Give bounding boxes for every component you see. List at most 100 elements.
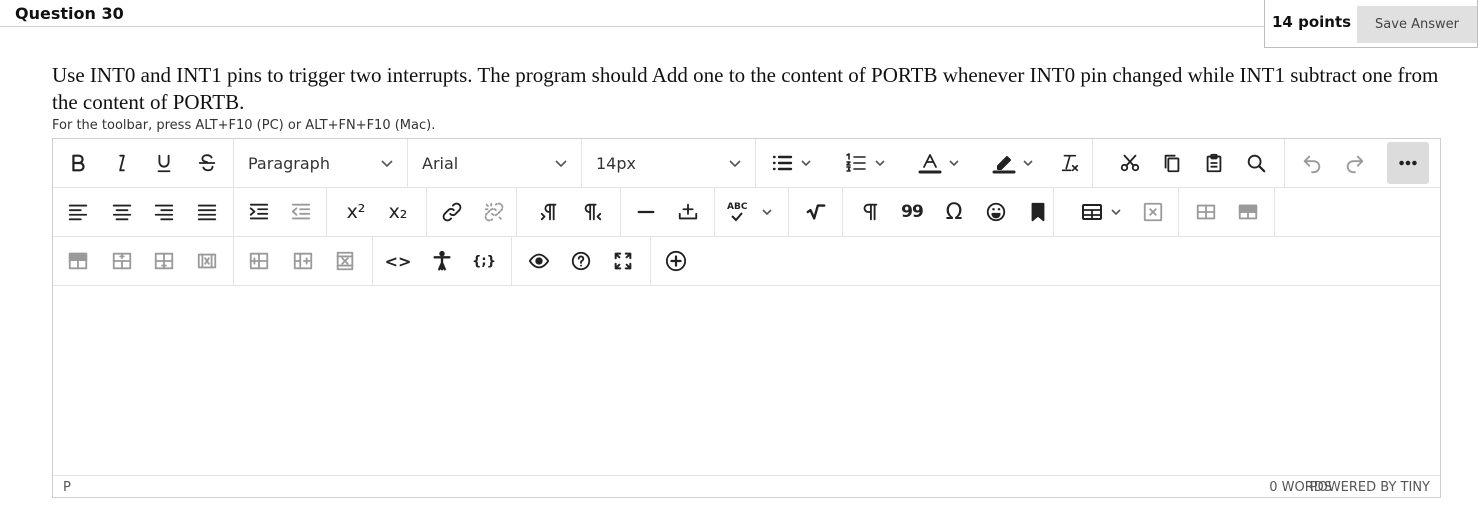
insert-row-after-button[interactable]	[105, 243, 139, 279]
strikethrough-button[interactable]	[190, 145, 224, 181]
element-path[interactable]: P	[63, 480, 71, 495]
toolbar-row-1: Paragraph Arial 14px	[53, 139, 1440, 188]
view-group	[512, 237, 651, 285]
bullet-list-dropdown[interactable]	[770, 145, 812, 181]
bookmark-button[interactable]	[1021, 194, 1055, 230]
ltr-button[interactable]	[533, 194, 567, 230]
chevron-down-icon	[554, 155, 568, 169]
remove-link-button[interactable]	[477, 194, 511, 230]
subscript-button[interactable]: x₂	[381, 194, 415, 230]
insert-link-button[interactable]	[435, 194, 469, 230]
cut-button[interactable]	[1113, 145, 1147, 181]
undo-icon	[1303, 155, 1321, 174]
show-blocks-button[interactable]	[853, 194, 887, 230]
preview-button[interactable]	[522, 243, 556, 279]
spellcheck-dropdown[interactable]: ABC	[727, 194, 773, 230]
align-center-icon	[112, 204, 132, 221]
emoji-button[interactable]	[979, 194, 1013, 230]
indent-icon	[249, 203, 269, 220]
special-character-button[interactable]: Ω	[937, 194, 971, 230]
font-size-select[interactable]: 14px	[582, 139, 756, 187]
justify-button[interactable]	[190, 194, 224, 230]
find-replace-button[interactable]	[1239, 145, 1273, 181]
direction-group	[517, 188, 621, 236]
delete-column-button[interactable]	[328, 243, 362, 279]
font-family-value: Arial	[422, 154, 459, 173]
help-button[interactable]	[564, 243, 598, 279]
delete-table-button[interactable]	[1136, 194, 1170, 230]
fullscreen-button[interactable]	[606, 243, 640, 279]
bold-button[interactable]	[61, 145, 95, 181]
insert-column-before-button[interactable]	[242, 243, 276, 279]
chevron-down-icon	[1023, 160, 1033, 167]
left-to-right-icon	[540, 203, 557, 221]
superscript-button[interactable]: x²	[339, 194, 373, 230]
pilcrow-icon	[863, 203, 878, 221]
highlight-color-dropdown[interactable]	[992, 145, 1034, 181]
horizontal-rule-button[interactable]	[629, 194, 663, 230]
undo-button[interactable]	[1295, 145, 1329, 181]
italic-button[interactable]	[105, 145, 139, 181]
indent-button[interactable]	[242, 194, 276, 230]
scissors-icon	[1120, 154, 1140, 172]
smiley-icon	[986, 202, 1006, 222]
copy-button[interactable]	[1155, 145, 1189, 181]
clipboard-icon	[1206, 153, 1222, 173]
insert-row-before-button[interactable]	[61, 243, 95, 279]
table-cell-properties-button[interactable]	[1189, 194, 1223, 230]
points-box: 14 points Save Answer	[1264, 0, 1478, 48]
align-left-icon	[68, 204, 88, 221]
font-family-select[interactable]: Arial	[408, 139, 582, 187]
link-group	[427, 188, 517, 236]
nonbreaking-space-button[interactable]	[671, 194, 705, 230]
omega-icon: Ω	[945, 199, 963, 225]
table-dropdown[interactable]	[1080, 194, 1122, 230]
insert-placeholder-button[interactable]: {;}	[467, 243, 501, 279]
insert-column-after-button[interactable]	[286, 243, 320, 279]
insert-column-button[interactable]	[147, 243, 181, 279]
quote-icon: 99	[901, 202, 924, 222]
underline-icon	[157, 154, 171, 173]
align-right-button[interactable]	[147, 194, 181, 230]
ellipsis-icon	[1399, 160, 1417, 166]
search-icon	[1247, 154, 1266, 173]
blockquote-button[interactable]: 99	[895, 194, 929, 230]
question-title: Question 30	[15, 4, 124, 23]
table-row-properties-button[interactable]	[1231, 194, 1265, 230]
bookmark-icon	[1031, 202, 1045, 222]
clipboard-group	[1093, 139, 1285, 187]
clear-formatting-button[interactable]	[1052, 145, 1086, 181]
question-header: Question 30 14 points Save Answer	[0, 0, 1483, 48]
align-left-button[interactable]	[61, 194, 95, 230]
save-answer-button[interactable]: Save Answer	[1357, 6, 1477, 43]
bold-icon	[72, 154, 85, 172]
delete-row-icon	[197, 253, 217, 269]
powered-by-link[interactable]: POWERED BY TINY	[1310, 480, 1430, 495]
more-toolbar-button[interactable]	[1387, 142, 1429, 184]
equation-button[interactable]	[799, 194, 833, 230]
paste-button[interactable]	[1197, 145, 1231, 181]
spellcheck-icon: ABC	[727, 202, 747, 222]
align-center-button[interactable]	[105, 194, 139, 230]
underline-button[interactable]	[147, 145, 181, 181]
insert-content-button[interactable]	[659, 243, 693, 279]
insert-column-after-icon	[293, 252, 313, 270]
source-code-button[interactable]: <>	[381, 243, 415, 279]
italic-icon	[119, 154, 125, 172]
table-cell-icon	[1196, 204, 1216, 220]
table-col-ops-group	[234, 237, 373, 285]
block-format-select[interactable]: Paragraph	[234, 139, 408, 187]
numbered-list-icon	[846, 153, 866, 172]
help-icon	[571, 251, 591, 271]
numbered-list-dropdown[interactable]	[844, 145, 886, 181]
accessibility-checker-button[interactable]	[425, 243, 459, 279]
copy-icon	[1164, 154, 1180, 173]
text-color-dropdown[interactable]	[918, 145, 960, 181]
delete-row-button[interactable]	[190, 243, 224, 279]
bullet-list-icon	[772, 155, 793, 171]
editor-content-area[interactable]	[53, 286, 1440, 475]
redo-button[interactable]	[1338, 145, 1372, 181]
outdent-button[interactable]	[284, 194, 318, 230]
rtl-button[interactable]	[575, 194, 609, 230]
accessibility-icon	[433, 250, 451, 271]
